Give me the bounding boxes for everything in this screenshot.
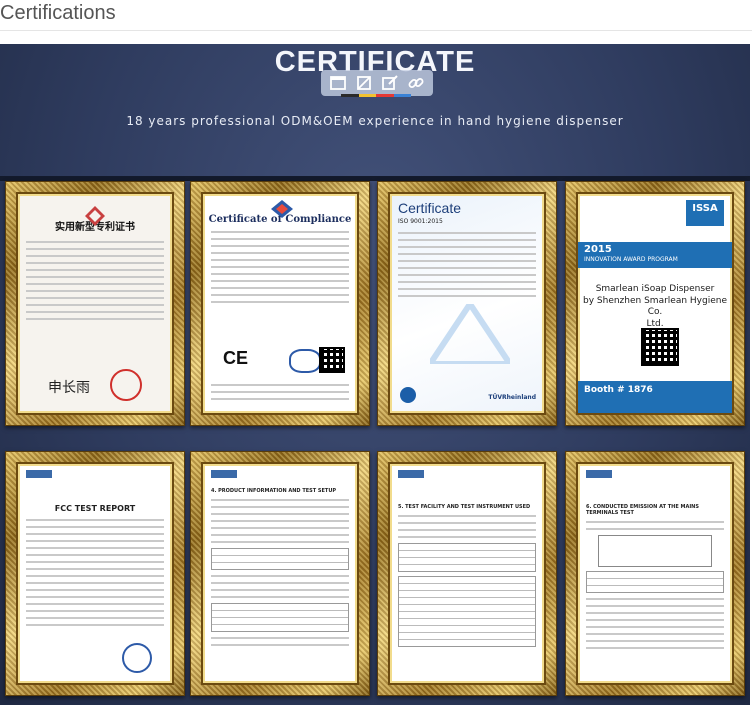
crop-icon[interactable] [353,73,375,93]
booth-number: Booth # 1876 [578,381,732,413]
qr-code-icon [319,347,345,373]
report-table [211,548,349,570]
certificate-row-1: 实用新型专利证书 申长雨 Certificate of Compliance C… [0,181,750,426]
iso-standard: ISO 9001:2015 [398,218,443,225]
banner-header: CERTIFICATE 18 years professional ODM&OE… [0,44,750,176]
page-title: Certifications [0,2,116,24]
edit-icon[interactable] [379,73,401,93]
iso-title: Certificate [398,200,462,216]
certificate-report-test-facility[interactable]: 5. TEST FACILITY AND TEST INSTRUMENT USE… [377,451,557,696]
stamp-icon [122,643,152,673]
award-banner: 2015 INNOVATION AWARD PROGRAM [578,242,732,268]
lab-logo-icon [26,470,52,478]
stamp-icon [289,349,321,373]
issa-logo: ISSA [686,200,724,226]
link-icon[interactable] [405,73,427,93]
iaf-logo-icon [400,387,416,403]
ce-mark: CE [223,348,249,368]
image-icon[interactable] [327,73,349,93]
certificate-banner: CERTIFICATE 18 years professional ODM&OE… [0,44,750,705]
certificate-compliance[interactable]: Certificate of Compliance CE [190,181,370,426]
certificate-report-conducted[interactable]: 6. CONDUCTED EMISSION AT THE MAINS TERMI… [565,451,745,696]
heading-underline [341,94,411,97]
fcc-report-title: FCC TEST REPORT [54,504,136,513]
lab-logo-icon [586,470,612,478]
award-recipient: Smarlean iSoap Dispenser by Shenzhen Sma… [583,284,727,330]
title-divider [0,30,752,31]
certificate-iso[interactable]: Certificate ISO 9001:2015 TÜVRheinland [377,181,557,426]
banner-subtitle: 18 years professional ODM&OEM experience… [126,114,624,128]
report-section-title: 4. PRODUCT INFORMATION AND TEST SETUP [211,488,337,494]
red-seal-icon [110,369,142,401]
compliance-logo-icon [271,200,293,218]
award-year: 2015 [584,244,612,255]
patent-emblem-icon [83,204,107,228]
lab-logo-icon [398,470,424,478]
certificate-utility-patent[interactable]: 实用新型专利证书 申长雨 [5,181,185,426]
image-toolbar [321,70,433,96]
watermark-triangle-icon [424,298,516,367]
certificate-issa-award[interactable]: ISSA 2015 INNOVATION AWARD PROGRAM Smarl… [565,181,745,426]
patent-signature: 申长雨 [48,380,90,396]
report-table [398,576,536,647]
report-table [211,603,349,632]
report-section-title: 5. TEST FACILITY AND TEST INSTRUMENT USE… [398,504,531,510]
award-program: INNOVATION AWARD PROGRAM [584,256,678,263]
report-table [398,543,536,572]
report-table [586,571,724,593]
report-section-title: 6. CONDUCTED EMISSION AT THE MAINS TERMI… [586,504,699,516]
certificate-fcc-report[interactable]: FCC TEST REPORT [5,451,185,696]
test-diagram [598,535,712,567]
certificate-report-product-info[interactable]: 4. PRODUCT INFORMATION AND TEST SETUP [190,451,370,696]
tuv-logo: TÜVRheinland [488,394,536,401]
certificate-row-2: FCC TEST REPORT 4. PRODUCT INFORMATION A… [0,451,750,696]
qr-code-icon [641,328,679,366]
lab-logo-icon [211,470,237,478]
